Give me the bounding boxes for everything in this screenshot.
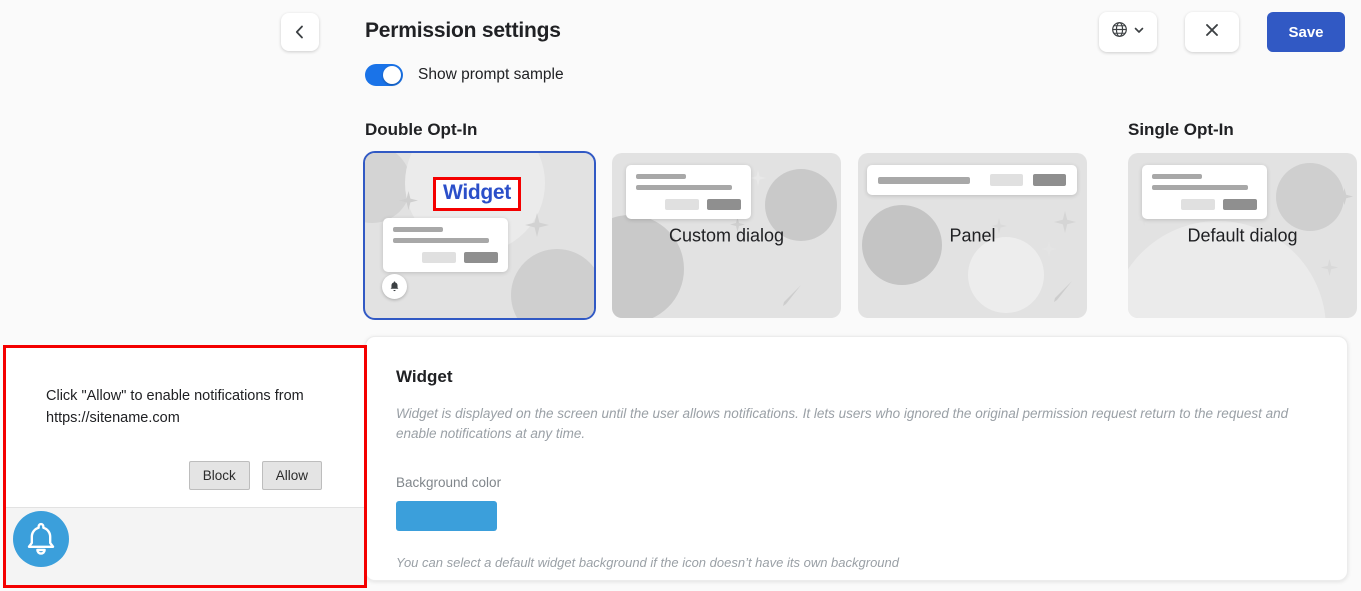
card-default-dialog[interactable]: Default dialog [1128, 153, 1357, 318]
close-icon [1204, 22, 1220, 43]
mock-panel-bar [867, 165, 1077, 195]
section-heading-double-opt-in: Double Opt-In [365, 120, 478, 139]
show-prompt-sample-switch[interactable] [365, 64, 403, 86]
prompt-sample-preview: Click "Allow" to enable notifications fr… [3, 345, 367, 588]
card-label-custom-dialog: Custom dialog [668, 225, 785, 245]
card-panel[interactable]: Panel [858, 153, 1087, 318]
globe-icon [1111, 21, 1128, 43]
card-label-default-dialog: Default dialog [1187, 225, 1298, 245]
mock-dialog-custom [626, 165, 751, 219]
language-selector[interactable] [1099, 12, 1157, 52]
detail-description: Widget is displayed on the screen until … [396, 406, 1289, 441]
header-actions: Save [1099, 12, 1345, 52]
background-color-hint: You can select a default widget backgrou… [396, 555, 899, 571]
prompt-sample-body: Click "Allow" to enable notifications fr… [6, 348, 364, 430]
prompt-sample-widget-strip [6, 507, 364, 585]
card-custom-dialog[interactable]: Custom dialog [612, 153, 841, 318]
show-prompt-sample-toggle-row[interactable]: Show prompt sample [365, 64, 564, 86]
prompt-sample-buttons: Block Allow [6, 460, 364, 490]
background-color-label: Background color [396, 475, 502, 491]
show-prompt-sample-label: Show prompt sample [418, 66, 564, 83]
back-button[interactable] [281, 13, 319, 51]
mock-dialog-default [1142, 165, 1267, 219]
mock-dialog-widget [383, 218, 508, 272]
card-label-panel: Panel [949, 225, 996, 245]
bell-icon[interactable] [13, 511, 69, 567]
detail-panel: Widget Widget is displayed on the screen… [365, 336, 1348, 581]
page-title: Permission settings [365, 19, 561, 42]
detail-title: Widget [396, 367, 453, 386]
block-button[interactable]: Block [188, 460, 250, 490]
close-button[interactable] [1185, 12, 1239, 52]
background-color-swatch[interactable] [396, 501, 497, 532]
section-heading-single-opt-in: Single Opt-In [1128, 120, 1234, 139]
save-button[interactable]: Save [1267, 12, 1345, 52]
card-widget[interactable]: Widget [363, 151, 596, 320]
bell-icon-badge [382, 274, 407, 299]
chevron-down-icon [1133, 23, 1145, 41]
switch-knob [383, 66, 401, 84]
prompt-sample-message: Click "Allow" to enable notifications fr… [46, 388, 304, 426]
chevron-left-icon [292, 24, 308, 40]
widget-word-highlight: Widget [433, 177, 521, 211]
allow-button[interactable]: Allow [261, 460, 322, 490]
